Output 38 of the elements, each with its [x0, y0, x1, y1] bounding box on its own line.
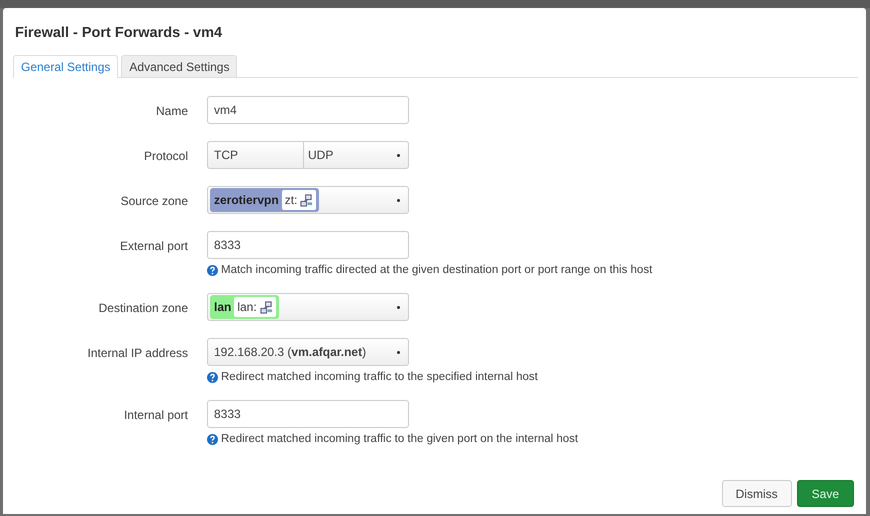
zone-select[interactable]: lan lan:	[207, 293, 409, 321]
network-icon	[260, 300, 273, 314]
zone-name: zerotiervpn	[214, 193, 279, 207]
caret-icon	[397, 350, 400, 354]
field-label: Internal port	[122, 407, 189, 422]
protocol-select[interactable]: TCP UDP	[207, 141, 409, 169]
help-icon	[207, 372, 218, 382]
zone-alias: zt:	[284, 193, 298, 207]
zone-alias: lan:	[237, 300, 257, 314]
field-label: Source zone	[120, 193, 189, 208]
help-icon	[207, 264, 218, 276]
select-option: TCP	[214, 148, 303, 162]
help-icon	[207, 434, 218, 444]
dismiss-button[interactable]: Dismiss	[722, 480, 792, 507]
field-label: Internal IP address	[86, 345, 189, 360]
field-label: Name	[154, 103, 189, 118]
zone-select[interactable]: zerotiervpn zt:	[207, 186, 409, 214]
caret-icon	[397, 198, 400, 202]
help-text: Match incoming traffic directed at the given destination port or port range on this host	[221, 264, 652, 276]
input-field[interactable]: 8333	[207, 231, 409, 259]
tab[interactable]: Advanced Settings	[121, 55, 238, 77]
network-icon	[300, 194, 314, 206]
help-text: Redirect matched incoming traffic to the specified internal host	[221, 371, 538, 383]
input-field[interactable]: 8333	[207, 400, 409, 428]
caret-icon	[397, 306, 400, 308]
select-value: 192.168.20.3 (vm.afqar.net)	[214, 345, 368, 359]
field-label: Destination zone	[98, 300, 189, 315]
field-label: Protocol	[142, 148, 189, 163]
ip-select[interactable]: 192.168.20.3 (vm.afqar.net)	[207, 338, 409, 366]
help-text: Redirect matched incoming traffic to the given port on the internal host	[221, 433, 578, 445]
field-label: External port	[118, 238, 189, 253]
zone-name: lan	[214, 300, 232, 314]
dialog-title: Firewall - Port Forwards - vm4	[15, 25, 224, 41]
save-button[interactable]: Save	[796, 480, 854, 507]
caret-icon	[397, 154, 400, 156]
input-field[interactable]: vm4	[207, 96, 409, 124]
tab[interactable]: General Settings	[13, 55, 118, 78]
select-option: UDP	[303, 142, 397, 168]
